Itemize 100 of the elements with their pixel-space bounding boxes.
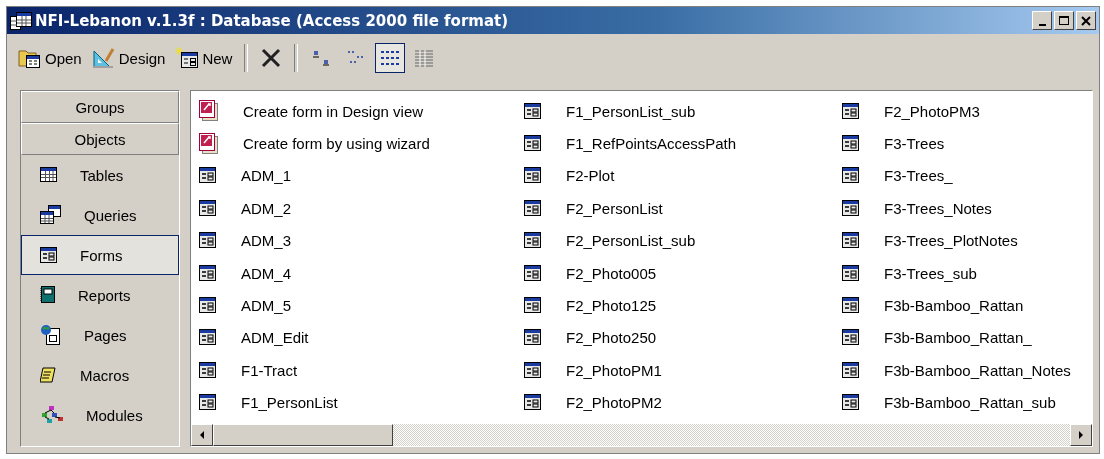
object-type-item[interactable]: Reports [21, 275, 179, 315]
left-arrow-icon [199, 431, 205, 439]
group-header-button[interactable]: Groups [21, 91, 179, 123]
design-button[interactable]: Design [88, 44, 169, 72]
object-name[interactable]: ADM_2 [241, 199, 292, 217]
form-icon [524, 135, 542, 153]
object-type-item[interactable]: Pages [21, 315, 179, 355]
form-icon [842, 102, 860, 120]
object-name[interactable]: F2_PersonList [566, 199, 663, 217]
right-arrow-icon [1078, 431, 1084, 439]
object-type-item[interactable]: Tables [21, 155, 179, 195]
scroll-right-button[interactable] [1070, 424, 1092, 446]
form-icon [842, 199, 860, 217]
object-name[interactable]: ADM_5 [241, 297, 292, 315]
page-icon [40, 324, 62, 346]
minimize-icon [1038, 23, 1046, 26]
object-name[interactable]: F2_PersonList_sub [566, 232, 696, 250]
object-name[interactable]: F1_PersonList_sub [566, 102, 696, 120]
object-type-item[interactable]: Queries [21, 195, 179, 235]
module-icon [40, 405, 64, 425]
form-icon [842, 135, 860, 153]
close-x-icon [260, 47, 283, 69]
shortcut-icon [199, 100, 219, 123]
object-name[interactable]: F2_PhotoPM3 [884, 102, 980, 120]
horizontal-scrollbar[interactable] [191, 424, 1092, 446]
query-icon [40, 205, 62, 225]
object-type-item[interactable]: Macros [21, 355, 179, 395]
object-name[interactable]: ADM_1 [241, 167, 292, 185]
object-name[interactable]: F3-Trees_PlotNotes [884, 232, 1018, 250]
object-name[interactable]: F3b-Bamboo_Rattan_Notes [884, 361, 1071, 379]
object-name[interactable]: F3-Trees_Notes [884, 199, 992, 217]
object-name[interactable]: F3-Trees [884, 135, 945, 153]
form-icon [842, 232, 860, 250]
form-icon [199, 329, 217, 347]
window-title: NFI-Lebanon v.1.3f : Database (Access 2000 file format) [35, 11, 510, 30]
form-icon [842, 361, 860, 379]
form-icon [199, 232, 217, 250]
object-name[interactable]: F2_Photo125 [566, 297, 657, 315]
close-button[interactable] [1076, 11, 1096, 30]
form-icon [842, 167, 860, 185]
shortcut-icon [199, 132, 219, 155]
form-icon [524, 199, 542, 217]
database-icon [10, 11, 32, 30]
form-icon [842, 394, 860, 412]
set-square-pencil-icon [91, 47, 116, 69]
object-name[interactable]: F2_PhotoPM2 [566, 394, 662, 412]
report-icon [40, 286, 56, 304]
form-icon [524, 329, 542, 347]
object-name[interactable]: F1_PersonList [241, 394, 338, 412]
macro-icon [40, 367, 58, 383]
object-name[interactable]: F3b-Bamboo_Rattan_sub [884, 394, 1056, 412]
object-name[interactable]: F1_RefPointsAccessPath [566, 135, 737, 153]
object-name[interactable]: F3b-Bamboo_Rattan [884, 297, 1024, 315]
folder-form-icon [18, 47, 42, 69]
details-icon [413, 49, 436, 67]
form-icon [524, 361, 542, 379]
object-name[interactable]: F2_PhotoPM1 [566, 361, 662, 379]
scroll-thumb[interactable] [213, 424, 393, 446]
list-icon [379, 49, 402, 67]
form-icon [199, 361, 217, 379]
object-name[interactable]: F2-Plot [566, 167, 615, 185]
form-icon [842, 329, 860, 347]
object-type-item[interactable]: Modules [21, 395, 179, 435]
object-type-item[interactable]: Forms [21, 235, 179, 275]
form-icon [524, 264, 542, 282]
object-name[interactable]: F3b-Bamboo_Rattan_ [884, 329, 1032, 347]
form-icon [199, 167, 217, 185]
object-name[interactable]: Create form by using wizard [243, 135, 430, 153]
sparkle-form-icon [175, 47, 200, 69]
form-icon [524, 394, 542, 412]
form-icon [199, 199, 217, 217]
object-name[interactable]: F3-Trees_ [884, 167, 953, 185]
list-view-button[interactable] [375, 43, 406, 73]
form-icon [842, 297, 860, 315]
form-icon [842, 264, 860, 282]
form-icon [199, 297, 217, 315]
object-name[interactable]: ADM_Edit [241, 329, 309, 347]
form-icon [40, 246, 58, 264]
form-icon [524, 102, 542, 120]
new-button[interactable]: New [172, 44, 236, 72]
object-name[interactable]: ADM_4 [241, 264, 292, 282]
minimize-button[interactable] [1032, 11, 1052, 30]
group-header-button[interactable]: Objects [21, 123, 179, 155]
object-name[interactable]: F1-Tract [241, 361, 298, 379]
close-icon [1081, 15, 1091, 26]
form-icon [199, 394, 217, 412]
form-icon [524, 167, 542, 185]
maximize-icon [1058, 15, 1070, 26]
object-name[interactable]: F3-Trees_sub [884, 264, 977, 282]
form-icon [524, 297, 542, 315]
scroll-left-button[interactable] [191, 424, 213, 446]
table-icon [40, 167, 58, 183]
object-name[interactable]: ADM_3 [241, 232, 292, 250]
form-icon [524, 232, 542, 250]
object-name[interactable]: F2_Photo005 [566, 264, 657, 282]
open-button[interactable]: Open [15, 44, 85, 72]
object-name[interactable]: Create form in Design view [243, 102, 424, 120]
maximize-button[interactable] [1054, 11, 1074, 30]
object-name[interactable]: F2_Photo250 [566, 329, 657, 347]
form-icon [199, 264, 217, 282]
